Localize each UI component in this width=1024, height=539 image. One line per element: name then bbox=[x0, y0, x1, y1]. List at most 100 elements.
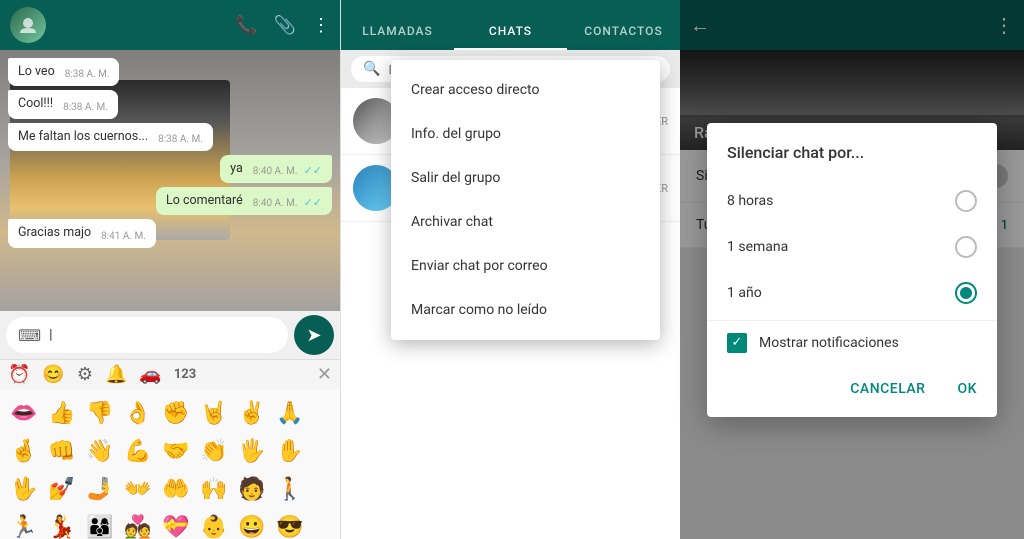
chat-avatar-header bbox=[10, 7, 46, 43]
checkbox-notif[interactable]: ✓ bbox=[727, 333, 747, 353]
emoji-wave[interactable]: 👋 bbox=[82, 433, 118, 469]
chat-header: 📞 📎 ⋮ bbox=[0, 0, 340, 50]
chatlist-tabs: LLAMADAS CHATS CONTACTOS bbox=[341, 0, 680, 50]
msg-time-6: 8:41 A. M. bbox=[101, 231, 146, 242]
cursor: | bbox=[49, 327, 52, 343]
menu-marcar-no-leido[interactable]: Marcar como no leído bbox=[391, 288, 660, 332]
emoji-person2[interactable]: 🚶 bbox=[272, 471, 308, 507]
info-panel: ← ⋮ Raúl Escotero Silenciar Tus grupos c… bbox=[680, 0, 1024, 539]
msg-text-3: Me faltan los cuernos... bbox=[18, 129, 148, 145]
chat-messages: Lo veo 8:38 A. M. Cool!!! 8:38 A. M. Me … bbox=[0, 50, 340, 311]
radio-1w[interactable] bbox=[955, 236, 977, 258]
tab-llamadas[interactable]: LLAMADAS bbox=[341, 10, 454, 50]
emoji-handshake[interactable]: 🤝 bbox=[158, 433, 194, 469]
menu-salir-grupo[interactable]: Salir del grupo bbox=[391, 156, 660, 200]
emoji-couple[interactable]: 💑 bbox=[120, 509, 156, 539]
menu-crear-acceso[interactable]: Crear acceso directo bbox=[391, 68, 660, 112]
emoji-thumbsup[interactable]: 👍 bbox=[44, 395, 80, 431]
emoji-ok[interactable]: 👌 bbox=[120, 395, 156, 431]
chat-header-icons: 📞 📎 ⋮ bbox=[235, 15, 330, 36]
send-button[interactable]: ➤ bbox=[294, 315, 334, 355]
emoji-openhand[interactable]: 🖐 bbox=[234, 433, 270, 469]
dialog-option-1w[interactable]: 1 semana bbox=[707, 224, 997, 270]
message-1: Lo veo 8:38 A. M. bbox=[8, 58, 119, 86]
ok-button[interactable]: OK bbox=[950, 373, 986, 405]
emoji-grid: 👄 👍 👎 👌 ✊ 🤘 ✌ 🙏 🤞 👊 👋 💪 🤝 👏 🖐 ✋ 🖖 💅 🤳 👐 … bbox=[0, 389, 340, 539]
chat-background: Lo veo 8:38 A. M. Cool!!! 8:38 A. M. Me … bbox=[0, 50, 340, 311]
call-icon[interactable]: 📞 bbox=[235, 15, 257, 36]
radio-1y[interactable] bbox=[955, 282, 977, 304]
dialog-option-8h[interactable]: 8 horas bbox=[707, 178, 997, 224]
emoji-baby[interactable]: 👶 bbox=[196, 509, 232, 539]
emoji-run[interactable]: 🏃 bbox=[6, 509, 42, 539]
msg-time-2: 8:38 A. M. bbox=[63, 102, 108, 113]
message-6: Gracias majo 8:41 A. M. bbox=[8, 219, 156, 247]
msg-time-1: 8:38 A. M. bbox=[65, 69, 110, 80]
message-2: Cool!!! 8:38 A. M. bbox=[8, 90, 118, 118]
emoji-muscle[interactable]: 💪 bbox=[120, 433, 156, 469]
dialog-box: Silenciar chat por... 8 horas 1 semana 1… bbox=[707, 123, 997, 417]
msg-text-1: Lo veo bbox=[18, 64, 55, 80]
chatlist-header: LLAMADAS CHATS CONTACTOS bbox=[341, 0, 680, 50]
bell-icon[interactable]: 🔔 bbox=[105, 364, 127, 385]
emoji-highfive[interactable]: 🙌 bbox=[196, 471, 232, 507]
smile-icon[interactable]: 😊 bbox=[42, 364, 64, 385]
cancel-button[interactable]: CANCELAR bbox=[842, 373, 933, 405]
message-5: Lo comentaré 8:40 A. M. ✓✓ bbox=[156, 187, 332, 215]
abc-icon[interactable]: 123 bbox=[174, 367, 196, 382]
dialog-option-1y[interactable]: 1 año bbox=[707, 270, 997, 316]
emoji-v[interactable]: ✌ bbox=[234, 395, 270, 431]
emoji-punch[interactable]: 👊 bbox=[44, 433, 80, 469]
emoji-selfie[interactable]: 🤳 bbox=[82, 471, 118, 507]
checkbox-label: Mostrar notificaciones bbox=[759, 335, 899, 351]
radio-8h[interactable] bbox=[955, 190, 977, 212]
message-3: Me faltan los cuernos... 8:38 A. M. bbox=[8, 123, 213, 151]
msg-text-6: Gracias majo bbox=[18, 225, 91, 241]
emoji-pray[interactable]: 🙏 bbox=[272, 395, 308, 431]
emoji-lips[interactable]: 👄 bbox=[6, 395, 42, 431]
emoji-clap[interactable]: 👏 bbox=[196, 433, 232, 469]
emoji-thumbsdown[interactable]: 👎 bbox=[82, 395, 118, 431]
clock-icon[interactable]: ⏰ bbox=[8, 364, 30, 385]
search-icon: 🔍 bbox=[363, 61, 380, 77]
option-1w-label: 1 semana bbox=[727, 239, 788, 255]
emoji-rock[interactable]: 🤘 bbox=[196, 395, 232, 431]
msg-text-4: ya bbox=[230, 161, 243, 177]
emoji-raisedhand[interactable]: ✋ bbox=[272, 433, 308, 469]
message-4: ya 8:40 A. M. ✓✓ bbox=[220, 155, 332, 183]
context-menu: Crear acceso directo Info. del grupo Sal… bbox=[391, 60, 660, 340]
car-icon[interactable]: 🚗 bbox=[139, 364, 161, 385]
msg-time-3: 8:38 A. M. bbox=[158, 134, 203, 145]
msg-ticks-5: ✓✓ bbox=[304, 196, 322, 209]
emoji-handopen[interactable]: 👐 bbox=[120, 471, 156, 507]
keyboard-icon[interactable]: ⌨ bbox=[18, 326, 41, 345]
emoji-person1[interactable]: 🧑 bbox=[234, 471, 270, 507]
msg-text-2: Cool!!! bbox=[18, 96, 53, 112]
tab-contactos[interactable]: CONTACTOS bbox=[567, 10, 680, 50]
emoji-dance[interactable]: 💃 bbox=[44, 509, 80, 539]
emoji-toolbar: ⏰ 😊 ⚙ 🔔 🚗 123 ✕ bbox=[0, 359, 340, 389]
chatlist-panel: LLAMADAS CHATS CONTACTOS 🔍 Mime Grue ...… bbox=[340, 0, 680, 539]
menu-info-grupo[interactable]: Info. del grupo bbox=[391, 112, 660, 156]
emoji-close-button[interactable]: ✕ bbox=[317, 364, 332, 385]
msg-text-5: Lo comentaré bbox=[166, 193, 243, 209]
emoji-fist[interactable]: ✊ bbox=[158, 395, 194, 431]
emoji-family[interactable]: 👨‍👩‍👦 bbox=[82, 509, 118, 539]
msg-time-5: 8:40 A. M. bbox=[253, 198, 298, 209]
emoji-crossed[interactable]: 🤞 bbox=[6, 433, 42, 469]
tab-chats[interactable]: CHATS bbox=[454, 10, 567, 50]
more-icon[interactable]: ⋮ bbox=[312, 15, 330, 36]
emoji-spock[interactable]: 🖖 bbox=[6, 471, 42, 507]
menu-archivar-chat[interactable]: Archivar chat bbox=[391, 200, 660, 244]
settings-icon[interactable]: ⚙ bbox=[77, 364, 93, 385]
emoji-heart[interactable]: 💝 bbox=[158, 509, 194, 539]
emoji-grin[interactable]: 😎 bbox=[272, 509, 308, 539]
msg-ticks-4: ✓✓ bbox=[304, 164, 322, 177]
menu-enviar-chat[interactable]: Enviar chat por correo bbox=[391, 244, 660, 288]
radio-inner-1y bbox=[960, 287, 972, 299]
paperclip-icon[interactable]: 📎 bbox=[274, 15, 296, 36]
emoji-smiley[interactable]: 😀 bbox=[234, 509, 270, 539]
chat-input-box[interactable]: ⌨ | bbox=[6, 317, 288, 353]
emoji-nail[interactable]: 💅 bbox=[44, 471, 80, 507]
emoji-wave2[interactable]: 🤲 bbox=[158, 471, 194, 507]
